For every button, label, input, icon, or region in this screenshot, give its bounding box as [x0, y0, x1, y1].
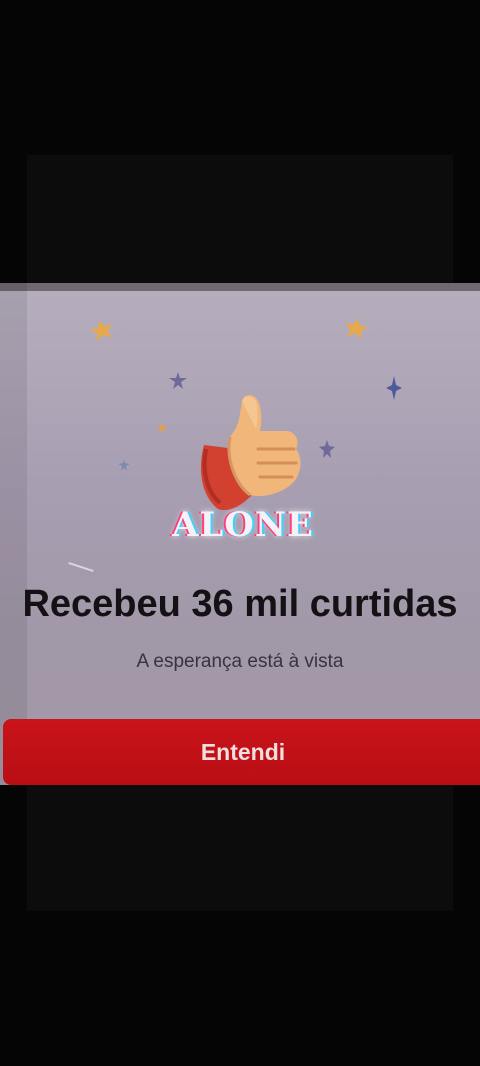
- thumbs-up-icon: [200, 395, 301, 511]
- watermark-text: ALONE: [172, 505, 314, 545]
- star-icon: [156, 422, 168, 432]
- star-icon: [169, 372, 187, 389]
- star-icon: [89, 320, 113, 341]
- edge-shade: [0, 283, 27, 785]
- star-icon: [319, 440, 335, 458]
- dialog-subtitle: A esperança está à vista: [136, 651, 344, 672]
- light-streak: [68, 562, 94, 572]
- dialog-title: Recebeu 36 mil curtidas: [22, 583, 458, 625]
- screen: ALONE Recebeu 36 mil curtidas A esperanç…: [0, 0, 480, 1066]
- star-icon: [344, 318, 369, 339]
- entendi-button[interactable]: Entendi: [3, 719, 480, 785]
- star-icon: [118, 459, 130, 471]
- achievement-dialog: ALONE Recebeu 36 mil curtidas A esperanç…: [0, 283, 480, 785]
- star-icon: [386, 376, 402, 400]
